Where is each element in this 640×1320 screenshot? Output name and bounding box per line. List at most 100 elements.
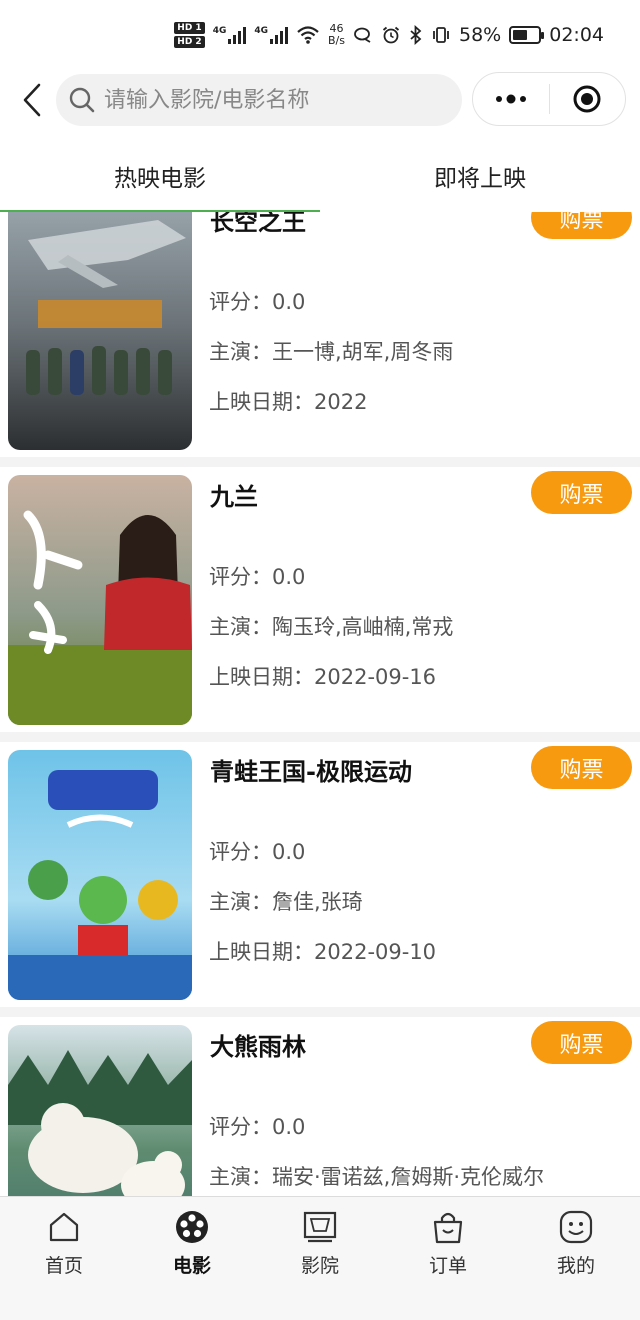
- score-value: 0.0: [272, 290, 306, 314]
- score-value: 0.0: [272, 1115, 306, 1139]
- nav-profile[interactable]: 我的: [512, 1197, 640, 1320]
- movie-release: 上映日期：2022-09-16: [209, 661, 629, 691]
- movie-cast: 主演：陶玉玲,高岫楠,常戎: [209, 611, 629, 641]
- net1-label: 4G: [212, 26, 227, 36]
- more-menu-button[interactable]: [473, 73, 549, 125]
- movie-poster[interactable]: [8, 1025, 192, 1196]
- signal-2-icon: 4G: [254, 26, 289, 44]
- hd2-badge: HD 2: [174, 36, 205, 48]
- shopping-bag-icon: [430, 1209, 466, 1245]
- score-label: 评分：: [209, 565, 272, 589]
- movie-cast: 主演：瑞安·雷诺兹,詹姆斯·克伦威尔: [209, 1161, 629, 1191]
- nav-home-label: 首页: [44, 1255, 83, 1277]
- bluetooth-icon: [410, 25, 422, 45]
- movie-tabs: 热映电影 即将上映: [0, 140, 640, 212]
- movie-title: 长空之王: [210, 212, 306, 236]
- miniprogram-capsule: [472, 72, 626, 126]
- release-label: 上映日期：: [209, 390, 314, 414]
- buy-ticket-button[interactable]: 购票: [531, 471, 632, 514]
- chevron-left-icon: [23, 83, 41, 117]
- cast-value: 瑞安·雷诺兹,詹姆斯·克伦威尔: [272, 1165, 545, 1189]
- release-value: 2022-09-16: [314, 665, 437, 689]
- cast-label: 主演：: [209, 890, 272, 914]
- target-circle-icon: [573, 85, 601, 113]
- movie-release: 上映日期：2022-09-10: [209, 936, 629, 966]
- movie-score: 评分：0.0: [209, 1111, 629, 1141]
- bottom-tab-bar: 首页 电影 影院 订单 我的: [0, 1196, 640, 1320]
- movie-title: 大熊雨林: [210, 1033, 306, 1061]
- tab-coming-soon[interactable]: 即将上映: [320, 140, 640, 212]
- battery-fill: [513, 30, 528, 40]
- cast-label: 主演：: [209, 340, 272, 364]
- score-value: 0.0: [272, 565, 306, 589]
- movie-cast: 主演：王一博,胡军,周冬雨: [209, 336, 629, 366]
- release-label: 上映日期：: [209, 940, 314, 964]
- cast-value: 詹佳,张琦: [272, 890, 363, 914]
- hd-indicator: HD 1 HD 2: [174, 22, 205, 48]
- movie-item[interactable]: 大熊雨林 购票 评分：0.0 主演：瑞安·雷诺兹,詹姆斯·克伦威尔: [0, 1017, 640, 1196]
- nav-movies-label: 电影: [172, 1255, 211, 1277]
- search-icon: [69, 87, 95, 113]
- buy-ticket-button[interactable]: 购票: [531, 212, 632, 239]
- cast-label: 主演：: [209, 615, 272, 639]
- score-label: 评分：: [209, 290, 272, 314]
- smiley-user-icon: [558, 1209, 594, 1245]
- buy-ticket-button[interactable]: 购票: [531, 746, 632, 789]
- tab-now-showing-label: 热映电影: [114, 166, 206, 192]
- cast-label: 主演：: [209, 1165, 272, 1189]
- movie-title: 九兰: [210, 483, 258, 511]
- movie-score: 评分：0.0: [209, 561, 629, 591]
- nav-profile-label: 我的: [556, 1255, 595, 1277]
- movie-score: 评分：0.0: [209, 286, 629, 316]
- more-dots-icon: [495, 94, 526, 104]
- release-value: 2022-09-10: [314, 940, 437, 964]
- cinema-screen-icon: [302, 1209, 338, 1245]
- nav-cinemas-label: 影院: [300, 1255, 339, 1277]
- net-speed: 46 B/s: [328, 23, 345, 47]
- film-reel-icon: [174, 1209, 210, 1245]
- cast-value: 王一博,胡军,周冬雨: [272, 340, 454, 364]
- release-label: 上映日期：: [209, 665, 314, 689]
- buy-ticket-button[interactable]: 购票: [531, 1021, 632, 1064]
- battery-icon: [509, 26, 545, 44]
- movie-list[interactable]: 长空之王 购票 评分：0.0 主演：王一博,胡军,周冬雨 上映日期：2022 九…: [0, 212, 640, 1196]
- chat-bubble-icon: [354, 27, 371, 43]
- movie-poster[interactable]: [8, 750, 192, 1000]
- movie-title: 青蛙王国-极限运动: [210, 758, 412, 786]
- signal-1-icon: 4G: [213, 26, 247, 44]
- home-icon: [46, 1209, 82, 1245]
- tab-coming-soon-label: 即将上映: [434, 166, 526, 192]
- nav-home[interactable]: 首页: [0, 1197, 128, 1320]
- nav-orders[interactable]: 订单: [384, 1197, 512, 1320]
- vibrate-icon: [433, 27, 449, 43]
- search-input[interactable]: [104, 87, 434, 113]
- movie-score: 评分：0.0: [209, 836, 629, 866]
- status-bar: HD 1 HD 2 4G 4G 46 B/s 58% 02:04: [0, 0, 640, 72]
- cast-value: 陶玉玲,高岫楠,常戎: [272, 615, 454, 639]
- hd1-badge: HD 1: [174, 22, 205, 34]
- wifi-icon: [297, 26, 319, 44]
- nav-orders-label: 订单: [428, 1255, 467, 1277]
- movie-poster[interactable]: [8, 212, 192, 450]
- net-speed-unit: B/s: [328, 34, 345, 47]
- score-label: 评分：: [209, 840, 272, 864]
- nav-cinemas[interactable]: 影院: [256, 1197, 384, 1320]
- movie-item[interactable]: 九兰 购票 评分：0.0 主演：陶玉玲,高岫楠,常戎 上映日期：2022-09-…: [0, 467, 640, 732]
- back-button[interactable]: [14, 80, 50, 120]
- score-label: 评分：: [209, 1115, 272, 1139]
- alarm-clock-icon: [382, 26, 400, 44]
- movie-item[interactable]: 青蛙王国-极限运动 购票 评分：0.0 主演：詹佳,张琦 上映日期：2022-0…: [0, 742, 640, 1007]
- search-bar[interactable]: [56, 74, 462, 126]
- close-miniprogram-button[interactable]: [550, 73, 626, 125]
- battery-percent: 58%: [459, 24, 502, 46]
- tab-now-showing[interactable]: 热映电影: [0, 140, 320, 212]
- movie-release: 上映日期：2022: [209, 386, 629, 416]
- movie-item[interactable]: 长空之王 购票 评分：0.0 主演：王一博,胡军,周冬雨 上映日期：2022: [0, 212, 640, 457]
- release-value: 2022: [314, 390, 368, 414]
- movie-cast: 主演：詹佳,张琦: [209, 886, 629, 916]
- clock-time: 02:04: [549, 24, 604, 46]
- nav-movies[interactable]: 电影: [128, 1197, 256, 1320]
- net2-label: 4G: [254, 26, 269, 36]
- movie-poster[interactable]: [8, 475, 192, 725]
- score-value: 0.0: [272, 840, 306, 864]
